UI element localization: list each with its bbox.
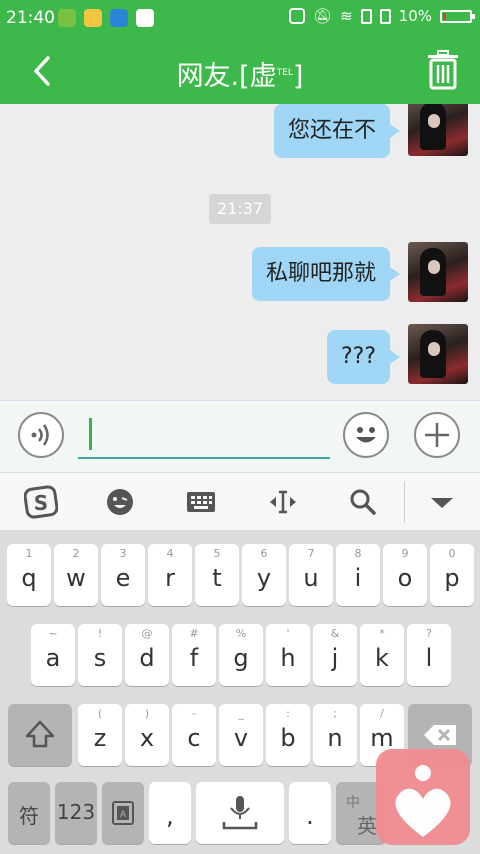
chat-title: 网友.[虚TEL] — [176, 61, 304, 92]
input-bar — [0, 400, 480, 472]
message-bubble[interactable]: 您还在不 — [273, 104, 401, 158]
plus-icon — [425, 423, 449, 447]
shift-key[interactable] — [8, 704, 72, 766]
keyboard-toolbar: S — [0, 472, 480, 531]
key-n[interactable]: ; n — [313, 704, 357, 766]
more-options-button[interactable] — [414, 412, 460, 458]
chat-header: 网友.[虚TEL] — [0, 36, 480, 104]
voice-toggle-button[interactable] — [18, 412, 64, 458]
microphone-icon — [222, 796, 258, 830]
key-q[interactable]: 1q — [7, 544, 51, 606]
smiley-icon — [356, 427, 376, 443]
heart-person-icon — [395, 765, 451, 837]
key-u[interactable]: 7u — [289, 544, 333, 606]
sogou-status-icon — [289, 8, 306, 24]
notification-browser-icon — [136, 9, 154, 27]
emoji-button[interactable] — [343, 412, 389, 458]
search-icon[interactable] — [346, 485, 380, 519]
status-bar: 21:40 🔕︎ ≋ 10% — [0, 0, 480, 36]
collapse-keyboard-icon[interactable] — [425, 485, 459, 519]
notification-app-icon — [58, 9, 76, 27]
floating-heart-app[interactable] — [376, 749, 470, 845]
key-x[interactable]: ) x — [125, 704, 169, 766]
key-r[interactable]: 4r — [148, 544, 192, 606]
user-avatar[interactable] — [408, 104, 468, 156]
key-i[interactable]: 8i — [336, 544, 380, 606]
sogou-logo-icon[interactable]: S — [24, 485, 58, 519]
key-o[interactable]: 9o — [383, 544, 427, 606]
key-l[interactable]: ? l — [407, 624, 451, 686]
space-key[interactable] — [196, 782, 284, 844]
key-c[interactable]: -c — [172, 704, 216, 766]
key-t[interactable]: 5t — [195, 544, 239, 606]
cursor-move-icon[interactable] — [266, 485, 300, 519]
key-g[interactable]: % g — [219, 624, 263, 686]
key-d[interactable]: @ d — [125, 624, 169, 686]
sim-icon — [379, 8, 391, 24]
keyboard-layout-icon[interactable] — [184, 485, 218, 519]
voice-wave-icon — [31, 424, 49, 446]
emoji-face-icon[interactable] — [103, 485, 137, 519]
mute-icon: 🔕︎ — [313, 7, 333, 25]
key-j[interactable]: & j — [313, 624, 357, 686]
status-icons: 🔕︎ ≋ 10% — [289, 7, 475, 25]
trash-icon[interactable] — [426, 50, 460, 90]
key-s[interactable]: ! s — [78, 624, 122, 686]
notification-app-icon — [84, 9, 102, 27]
key-k[interactable]: * k — [360, 624, 404, 686]
battery-icon — [440, 9, 475, 23]
toolbar-divider — [404, 481, 405, 523]
key-y[interactable]: 6y — [242, 544, 286, 606]
message-timestamp: 21:37 — [209, 194, 271, 224]
key-f[interactable]: # f — [172, 624, 216, 686]
message-list[interactable]: 您还在不 21:37 私聊吧那就 ??? — [0, 104, 480, 400]
notification-keyboard-icon — [110, 9, 128, 27]
battery-percent: 10% — [398, 7, 432, 25]
key-h[interactable]: ' h — [266, 624, 310, 686]
clipboard-key[interactable]: A — [102, 782, 144, 844]
key-w[interactable]: 2w — [54, 544, 98, 606]
clipboard-icon: A — [112, 801, 134, 825]
sim-icon — [360, 8, 372, 24]
svg-text:A: A — [120, 810, 127, 820]
user-avatar[interactable] — [408, 324, 468, 384]
key-z[interactable]: (z — [78, 704, 122, 766]
message-input[interactable] — [78, 413, 330, 459]
wifi-icon: ≋ — [340, 7, 353, 25]
message-bubble[interactable]: ??? — [326, 330, 401, 384]
key-a[interactable]: ~ a — [31, 624, 75, 686]
status-time: 21:40 — [6, 8, 55, 28]
user-avatar[interactable] — [408, 242, 468, 302]
number-key[interactable]: 123 — [55, 782, 97, 844]
symbol-key[interactable]: 符 — [8, 782, 50, 844]
key-b[interactable]: :b — [266, 704, 310, 766]
comma-key[interactable]: , — [149, 782, 191, 844]
svg-text:S: S — [34, 491, 48, 515]
key-p[interactable]: 0p — [430, 544, 474, 606]
message-bubble[interactable]: 私聊吧那就 — [251, 247, 401, 301]
key-v[interactable]: _ v — [219, 704, 263, 766]
shift-arrow-icon — [25, 720, 55, 748]
text-cursor — [89, 418, 92, 450]
key-e[interactable]: 3e — [101, 544, 145, 606]
